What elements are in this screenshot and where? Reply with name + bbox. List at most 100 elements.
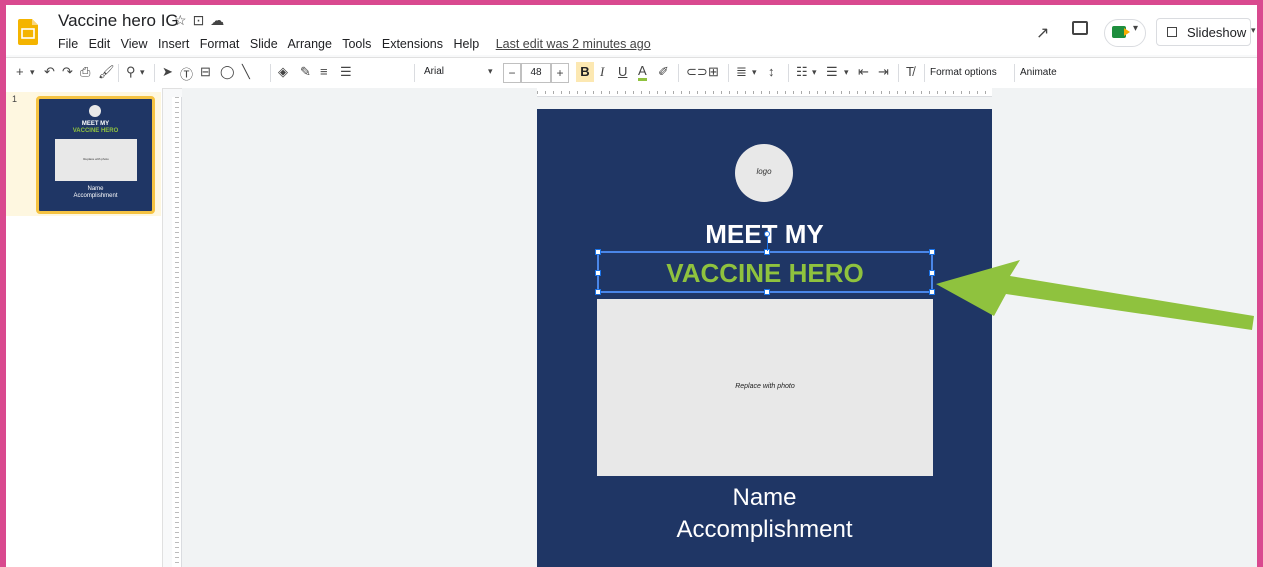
increase-font-size-button[interactable]: + [551, 63, 569, 83]
comment-icon[interactable] [1072, 21, 1088, 35]
font-size-input[interactable]: 48 [521, 63, 551, 83]
toolbar-divider [118, 64, 119, 82]
accomplishment-text[interactable]: Accomplishment [537, 516, 992, 544]
text-box-icon[interactable]: Ⓣ [180, 64, 193, 83]
border-dash-icon[interactable]: ☰ [340, 64, 352, 80]
slide[interactable]: logo MEET MY VACCINE HERO Replace with p… [537, 109, 992, 567]
image-icon[interactable]: ⊟ [200, 64, 211, 80]
meet-icon [1112, 26, 1130, 38]
document-title[interactable]: Vaccine hero IG [58, 11, 179, 31]
horizontal-ruler[interactable] [182, 88, 1257, 97]
menu-insert[interactable]: Insert [158, 37, 189, 51]
increase-indent-icon[interactable]: ⇥ [878, 64, 889, 80]
menu-arrange[interactable]: Arrange [287, 37, 331, 51]
undo-icon[interactable]: ↶ [44, 64, 55, 80]
resize-handle-bottom[interactable] [764, 289, 770, 295]
logo-placeholder[interactable]: logo [735, 144, 793, 202]
toolbar-divider [270, 64, 271, 82]
numbered-list-chevron-icon[interactable]: ▾ [844, 67, 849, 78]
vertical-ruler[interactable] [172, 97, 182, 567]
photo-placeholder[interactable]: Replace with photo [597, 299, 933, 476]
menu-help[interactable]: Help [454, 37, 480, 51]
zoom-chevron-icon[interactable]: ▾ [140, 67, 145, 78]
animate-button[interactable]: Animate [1020, 67, 1057, 78]
underline-icon[interactable]: U [618, 64, 627, 79]
resize-handle-bottom-left[interactable] [595, 289, 601, 295]
fill-color-icon[interactable]: ◈ [278, 64, 288, 80]
menu-tools[interactable]: Tools [342, 37, 371, 51]
clear-formatting-icon[interactable]: T̸ [906, 64, 914, 79]
align-chevron-icon[interactable]: ▾ [752, 67, 757, 78]
line-spacing-icon[interactable]: ↕ [768, 64, 775, 79]
bulleted-list-chevron-icon[interactable]: ▾ [812, 67, 817, 78]
menu-extensions[interactable]: Extensions [382, 37, 443, 51]
slides-logo-icon[interactable] [18, 19, 38, 45]
present-icon [1167, 27, 1177, 37]
slideshow-button[interactable]: Slideshow [1156, 18, 1251, 46]
border-color-icon[interactable]: ✎ [300, 64, 311, 80]
thumbnail-logo [89, 105, 101, 117]
app-window: Vaccine hero IG ☆⊡☁ File Edit View Inser… [6, 5, 1257, 567]
slideshow-options-chevron-icon[interactable]: ▾ [1251, 25, 1256, 36]
thumbnail-hero-text: VACCINE HERO [72, 128, 119, 134]
toolbar-divider [924, 64, 925, 82]
menu-file[interactable]: File [58, 37, 78, 51]
vaccine-hero-heading[interactable]: VACCINE HERO [599, 258, 931, 289]
title-icons: ☆⊡☁ [174, 12, 230, 29]
cloud-status-icon[interactable]: ☁ [210, 12, 230, 28]
resize-handle-top-right[interactable] [929, 249, 935, 255]
menu-format[interactable]: Format [200, 37, 240, 51]
toolbar-divider [788, 64, 789, 82]
bold-button[interactable]: B [576, 62, 594, 82]
trending-icon[interactable]: ↗ [1036, 23, 1049, 43]
vaccine-hero-textbox[interactable]: VACCINE HERO [595, 231, 935, 295]
numbered-list-icon[interactable]: ☰ [826, 64, 838, 80]
text-color-icon[interactable]: A [638, 64, 647, 81]
thumbnail-name-text: Name [87, 186, 104, 192]
menu-slide[interactable]: Slide [250, 37, 278, 51]
decrease-font-size-button[interactable]: − [503, 63, 521, 83]
redo-icon[interactable]: ↷ [62, 64, 73, 80]
annotation-arrow [936, 260, 1254, 330]
menu-edit[interactable]: Edit [89, 37, 111, 51]
toolbar-divider [898, 64, 899, 82]
star-icon[interactable]: ☆ [174, 12, 193, 28]
toolbar-divider [154, 64, 155, 82]
new-slide-icon[interactable]: + [16, 64, 24, 79]
font-chevron-icon[interactable]: ▾ [488, 66, 493, 77]
slide-thumbnail[interactable]: MEET MY VACCINE HERO Replace with photo … [36, 96, 155, 214]
slide-number: 1 [12, 94, 18, 104]
align-icon[interactable]: ≣ [736, 64, 747, 80]
add-comment-icon[interactable]: ⊞ [708, 64, 719, 80]
decrease-indent-icon[interactable]: ⇤ [858, 64, 869, 80]
link-icon[interactable]: ⊂⊃ [686, 64, 708, 80]
print-icon[interactable]: ⎙ [80, 64, 90, 80]
thumbnail-photo-text: Replace with photo [83, 157, 109, 161]
ruler-slide-width [537, 88, 992, 97]
new-slide-chevron-icon[interactable]: ▾ [30, 67, 35, 78]
select-icon[interactable]: ➤ [162, 64, 173, 80]
meet-button[interactable]: ▾ [1104, 19, 1146, 47]
move-to-folder-icon[interactable]: ⊡ [193, 12, 211, 28]
shape-icon[interactable]: ◯ [220, 64, 235, 80]
name-text[interactable]: Name [537, 484, 992, 512]
bulleted-list-icon[interactable]: ☷ [796, 64, 808, 80]
zoom-icon[interactable]: ⚲ [126, 64, 136, 80]
line-icon[interactable]: ╲ [242, 64, 250, 80]
resize-handle-top-left[interactable] [595, 249, 601, 255]
resize-handle-left[interactable] [595, 270, 601, 276]
slide-canvas[interactable]: logo MEET MY VACCINE HERO Replace with p… [182, 97, 1257, 567]
format-options-button[interactable]: Format options [930, 67, 997, 78]
menu-view[interactable]: View [121, 37, 148, 51]
highlight-color-icon[interactable]: ✐ [658, 64, 669, 80]
logo-text: logo [756, 167, 772, 176]
toolbar-divider [1014, 64, 1015, 82]
chevron-down-icon: ▾ [1133, 23, 1139, 34]
rotate-handle-stem [767, 237, 768, 251]
last-edit-link[interactable]: Last edit was 2 minutes ago [496, 37, 651, 51]
photo-placeholder-text: Replace with photo [735, 383, 795, 390]
font-select[interactable]: Arial [424, 66, 444, 77]
italic-icon[interactable]: I [600, 64, 604, 80]
paint-format-icon[interactable]: 🖌 [98, 64, 115, 80]
border-weight-icon[interactable]: ≡ [320, 64, 328, 79]
